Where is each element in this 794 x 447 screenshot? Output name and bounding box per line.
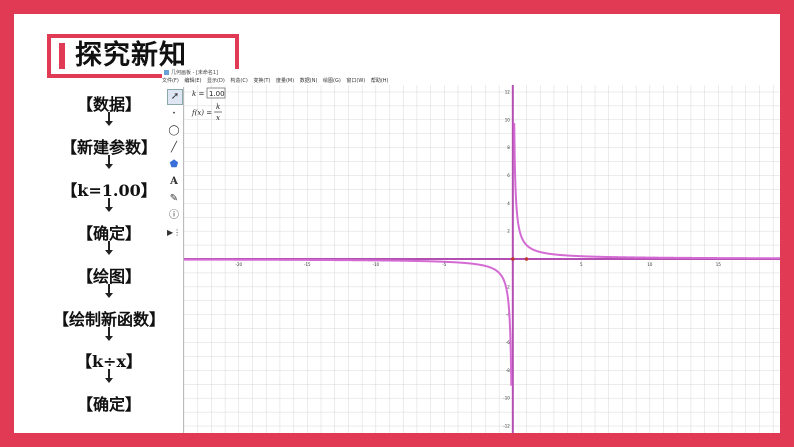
menu-transform[interactable]: 变换(T) <box>253 78 270 84</box>
step-arrow <box>105 284 113 298</box>
x-tick-label: -10 <box>373 262 380 267</box>
menu-bar: 文件(F) 编辑(E) 显示(D) 构造(C) 变换(T) 度量(M) 数据(N… <box>162 77 780 85</box>
step-arrow <box>105 369 113 383</box>
polygon-icon[interactable]: ⬟ <box>167 158 181 172</box>
step-arrow <box>105 112 113 126</box>
step-arrow <box>105 241 113 255</box>
x-tick-label: 5 <box>580 262 583 267</box>
function-lhs: f(x) = <box>191 109 212 117</box>
step-arrow <box>105 327 113 341</box>
menu-graph[interactable]: 绘图(G) <box>323 78 341 84</box>
menu-help[interactable]: 帮助(H) <box>371 78 389 84</box>
param-label: k = <box>192 90 204 98</box>
x-tick-label: 10 <box>647 262 653 267</box>
select-arrow-icon[interactable]: ➚ <box>167 89 183 105</box>
y-tick-label: 12 <box>505 89 511 94</box>
app-title: 几何画板 - [未命名1] <box>171 70 219 76</box>
x-tick-label: -15 <box>304 262 311 267</box>
y-tick-label: 10 <box>505 117 511 122</box>
param-value: 1.00 <box>209 90 225 98</box>
function-denominator: x <box>216 114 220 122</box>
y-tick-label: -8 <box>506 368 510 373</box>
custom-tool-icon[interactable]: ▶⋮ <box>167 226 181 240</box>
toolbox: ➚ • ◯ ╱ ⬟ A ✎ ⓘ ▶⋮ <box>165 87 183 433</box>
menu-window[interactable]: 窗口(W) <box>346 78 365 84</box>
menu-edit[interactable]: 编辑(E) <box>184 78 201 84</box>
x-tick-label: 15 <box>716 262 722 267</box>
menu-file[interactable]: 文件(F) <box>162 78 179 84</box>
straightedge-icon[interactable]: ╱ <box>167 141 181 155</box>
marker-pen-icon[interactable]: ✎ <box>167 192 181 206</box>
step-arrow <box>105 155 113 169</box>
x-tick-label: -20 <box>236 262 243 267</box>
app-icon <box>164 70 169 75</box>
graph-canvas[interactable]: -20 -15 -10 -5 5 10 15-12-10-8-6-4-224681012 k… <box>184 85 780 433</box>
menu-measure[interactable]: 度量(M) <box>276 78 294 84</box>
title-accent-bar <box>59 43 65 69</box>
y-tick-label: -10 <box>503 396 510 401</box>
axis-point <box>524 257 529 261</box>
curve-left-branch[interactable] <box>184 258 513 386</box>
y-tick-label: -12 <box>503 424 510 429</box>
axis-point <box>511 257 515 261</box>
parameter-label[interactable]: k = 1.00 <box>192 87 226 99</box>
text-tool-icon[interactable]: A <box>167 175 181 189</box>
function-numerator: k <box>216 103 220 111</box>
point-tool-icon[interactable]: • <box>167 107 181 121</box>
section-title: 探究新知 <box>75 40 187 71</box>
geometry-sketchpad-window: 几何画板 - [未命名1] 文件(F) 编辑(E) 显示(D) 构造(C) 变换… <box>162 69 780 433</box>
compass-circle-icon[interactable]: ◯ <box>167 124 181 138</box>
app-title-bar: 几何画板 - [未命名1] <box>162 69 780 77</box>
menu-construct[interactable]: 构造(C) <box>230 78 247 84</box>
menu-display[interactable]: 显示(D) <box>207 78 225 84</box>
information-icon[interactable]: ⓘ <box>167 209 181 223</box>
step-arrow <box>105 198 113 212</box>
menu-number[interactable]: 数据(N) <box>300 78 318 84</box>
